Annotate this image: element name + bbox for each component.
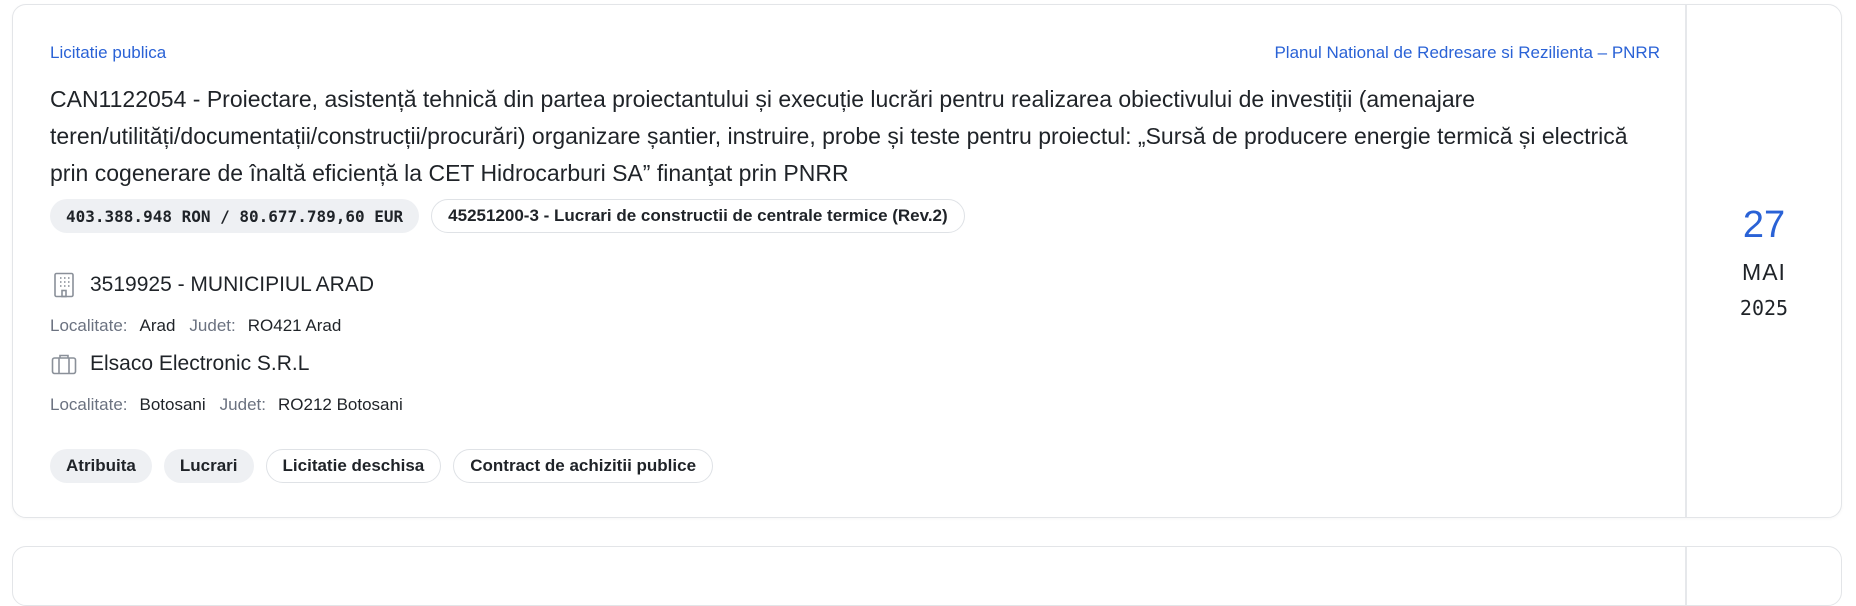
status-tag[interactable]: Atribuita	[50, 449, 152, 483]
tender-main: Licitatie publica Planul National de Red…	[50, 5, 1660, 517]
supplier-name: Elsaco Electronic S.R.L	[90, 352, 310, 375]
authority-localitate-label: Localitate:	[50, 316, 128, 335]
authority-row[interactable]: 3519925 - MUNICIPIUL ARAD	[50, 271, 374, 299]
value-cpv-row: 403.388.948 RON / 80.677.789,60 EUR 4525…	[50, 199, 965, 233]
procedure-type-link[interactable]: Licitatie publica	[50, 43, 166, 63]
building-icon	[50, 271, 78, 299]
next-tender-card[interactable]	[12, 546, 1842, 606]
value-badge: 403.388.948 RON / 80.677.789,60 EUR	[50, 199, 420, 233]
authority-localitate: Arad	[139, 316, 176, 335]
date-year: 2025	[1739, 295, 1789, 320]
cpv-badge[interactable]: 45251200-3 - Lucrari de constructii de c…	[431, 199, 965, 233]
tender-card[interactable]: Licitatie publica Planul National de Red…	[12, 4, 1842, 518]
supplier-row[interactable]: Elsaco Electronic S.R.L	[50, 350, 309, 378]
authority-location: Localitate: Arad Judet: RO421 Arad	[50, 316, 355, 336]
supplier-location: Localitate: Botosani Judet: RO212 Botosa…	[50, 395, 417, 415]
authority-judet-label: Judet:	[189, 316, 236, 335]
tender-header: Licitatie publica Planul National de Red…	[50, 43, 1660, 65]
date-column: 27 MAI 2025	[1685, 5, 1841, 517]
status-tag[interactable]: Lucrari	[163, 449, 254, 483]
status-tag[interactable]: Contract de achizitii publice	[453, 449, 714, 483]
authority-name: 3519925 - MUNICIPIUL ARAD	[90, 273, 375, 296]
date-month: MAI	[1742, 258, 1786, 285]
authority-judet: RO421 Arad	[247, 316, 342, 335]
briefcase-icon	[50, 350, 78, 378]
date-day: 27	[1742, 203, 1786, 246]
status-tags: Atribuita Lucrari Licitatie deschisa Con…	[50, 449, 714, 483]
program-link[interactable]: Planul National de Redresare si Rezilien…	[1274, 43, 1660, 63]
supplier-judet: RO212 Botosani	[277, 395, 403, 414]
supplier-localitate: Botosani	[139, 395, 206, 414]
supplier-localitate-label: Localitate:	[50, 395, 128, 414]
supplier-judet-label: Judet:	[219, 395, 266, 414]
tender-title[interactable]: CAN1122054 - Proiectare, asistență tehni…	[50, 81, 1660, 192]
status-tag[interactable]: Licitatie deschisa	[265, 449, 442, 483]
